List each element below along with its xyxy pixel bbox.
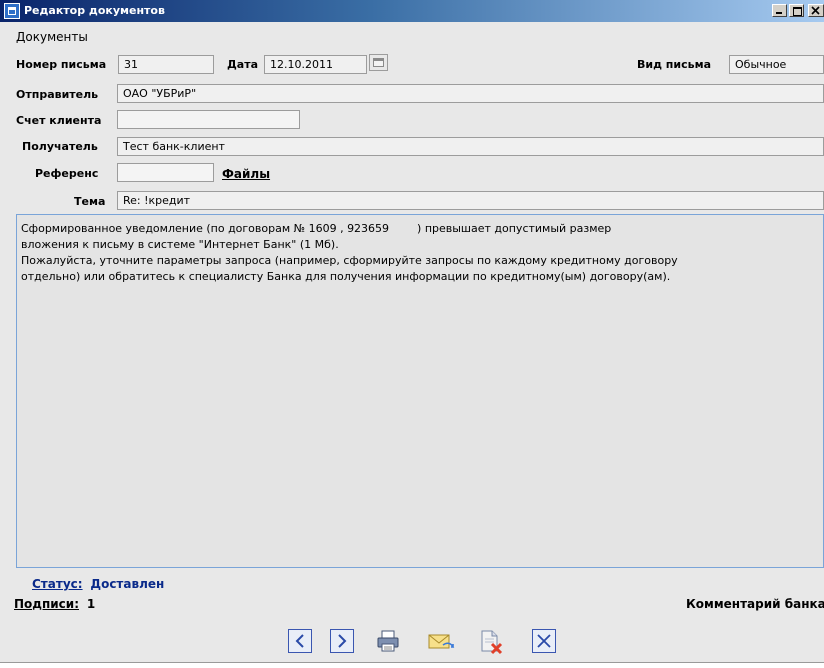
subject-field[interactable]: Re: !кредит [117,191,824,210]
date-label: Дата [227,58,259,71]
files-link[interactable]: Файлы [222,167,270,181]
recipient-label: Получатель [22,140,98,153]
reference-label: Референс [35,167,99,180]
bank-comment-label[interactable]: Комментарий банка [686,597,824,611]
letter-type-label: Вид письма [637,58,712,71]
close-button[interactable] [532,629,556,653]
document-editor-window: Редактор документов Документы Номер пись… [0,0,824,663]
sender-field[interactable]: ОАО "УБРиР" [117,84,824,103]
status-value: Доставлен [90,577,165,591]
status-label: Статус: [32,577,83,591]
send-envelope-icon [428,634,455,649]
date-field[interactable]: 12.10.2011 [264,55,367,74]
app-icon [4,3,20,19]
previous-button[interactable] [288,629,312,653]
delete-document-icon [481,630,503,655]
minimize-button[interactable] [772,4,787,17]
next-button[interactable] [330,629,354,653]
client-account-field[interactable] [117,110,300,129]
minimize-icon [776,12,782,14]
print-button[interactable] [375,629,399,653]
window-close-button[interactable] [808,4,824,17]
window-close-icon [811,6,820,15]
recipient-field[interactable]: Тест банк-клиент [117,137,824,156]
window-title: Редактор документов [24,4,165,17]
client-account-label: Счет клиента [16,114,102,127]
signatures-row: Подписи: 1 [14,597,95,611]
next-icon [338,634,347,648]
letter-number-field[interactable]: 31 [118,55,214,74]
signatures-label[interactable]: Подписи: [14,597,79,611]
maximize-icon [793,7,802,16]
title-bar: Редактор документов [0,0,824,22]
reference-field[interactable] [117,163,214,182]
subject-label: Тема [74,195,106,208]
maximize-button[interactable] [789,4,804,17]
status-row: Статус: Доставлен [32,577,164,591]
close-icon [537,634,551,648]
calendar-button[interactable] [369,54,388,71]
menu-documents[interactable]: Документы [16,30,88,44]
letter-number-label: Номер письма [16,58,107,71]
print-icon [377,630,399,652]
menu-bar: Документы [0,24,824,46]
send-button[interactable] [427,629,455,653]
sender-label: Отправитель [16,88,99,101]
delete-document-button[interactable] [478,629,503,655]
message-body[interactable]: Сформированное уведомление (по договорам… [16,214,824,568]
signatures-value: 1 [86,597,96,611]
prev-icon [295,634,304,648]
letter-type-select[interactable]: Обычное [729,55,824,74]
